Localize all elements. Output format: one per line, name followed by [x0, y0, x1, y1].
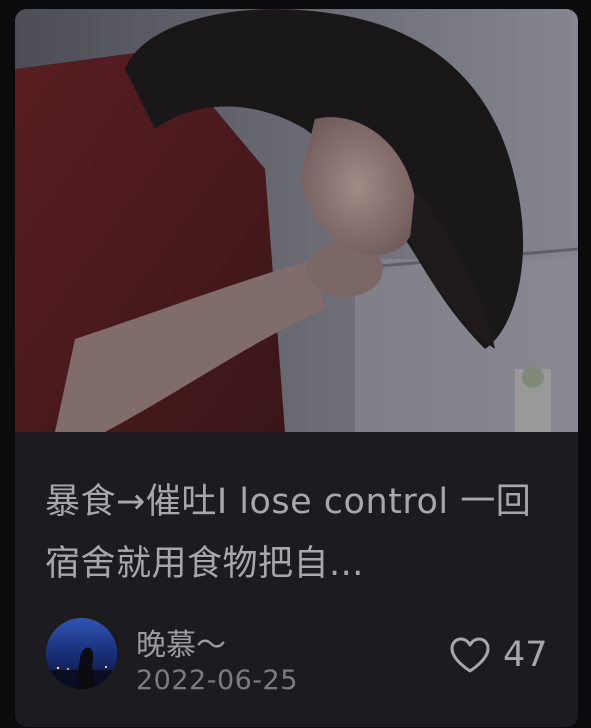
- like-button[interactable]: 47: [449, 631, 548, 679]
- heart-icon[interactable]: [449, 636, 491, 674]
- publish-date: 2022-06-25: [136, 665, 298, 696]
- cover-photo: [15, 9, 578, 432]
- note-title[interactable]: 暴食→催吐I lose control 一回宿舍就用食物把自...: [45, 471, 550, 595]
- note-card[interactable]: 暴食→催吐I lose control 一回宿舍就用食物把自... 晚慕～ 20…: [15, 9, 578, 727]
- like-count: 47: [503, 635, 548, 675]
- avatar-photo: [46, 618, 117, 689]
- cover-image[interactable]: [15, 9, 578, 432]
- author-avatar[interactable]: [46, 618, 117, 689]
- author-name[interactable]: 晚慕～: [136, 620, 226, 664]
